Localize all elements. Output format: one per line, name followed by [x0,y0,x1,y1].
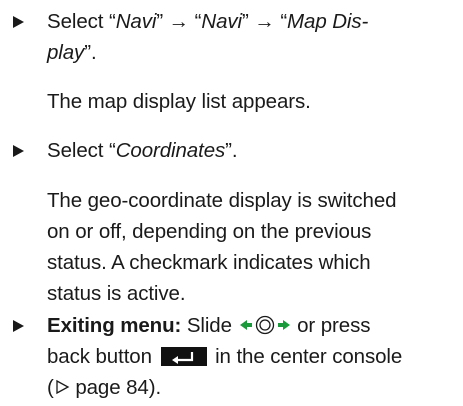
back-button-icon [160,347,207,366]
page-reference-text: page 84). [69,376,162,399]
triangle-bullet-icon [13,310,27,341]
step-text-line: play”. [47,41,97,64]
exiting-menu-label: Exiting menu: [47,314,182,337]
manual-page: Select “Navi” → “Navi” → “Map Dis- play”… [0,0,463,406]
slide-left-right-controller-icon [238,315,292,335]
menu-item-coordinates: Coordinates [115,139,226,162]
step-text-line: Select “Navi” → “Navi” → “Map Dis- [47,10,369,33]
menu-item-navi: Navi [115,10,157,33]
menu-item-map-display: Map Dis- [287,10,369,33]
triangle-bullet-icon [13,135,27,166]
page-reference-triangle-icon [54,375,70,395]
triangle-bullet-icon [13,6,27,37]
menu-item-navi-sub: Navi [201,10,242,33]
